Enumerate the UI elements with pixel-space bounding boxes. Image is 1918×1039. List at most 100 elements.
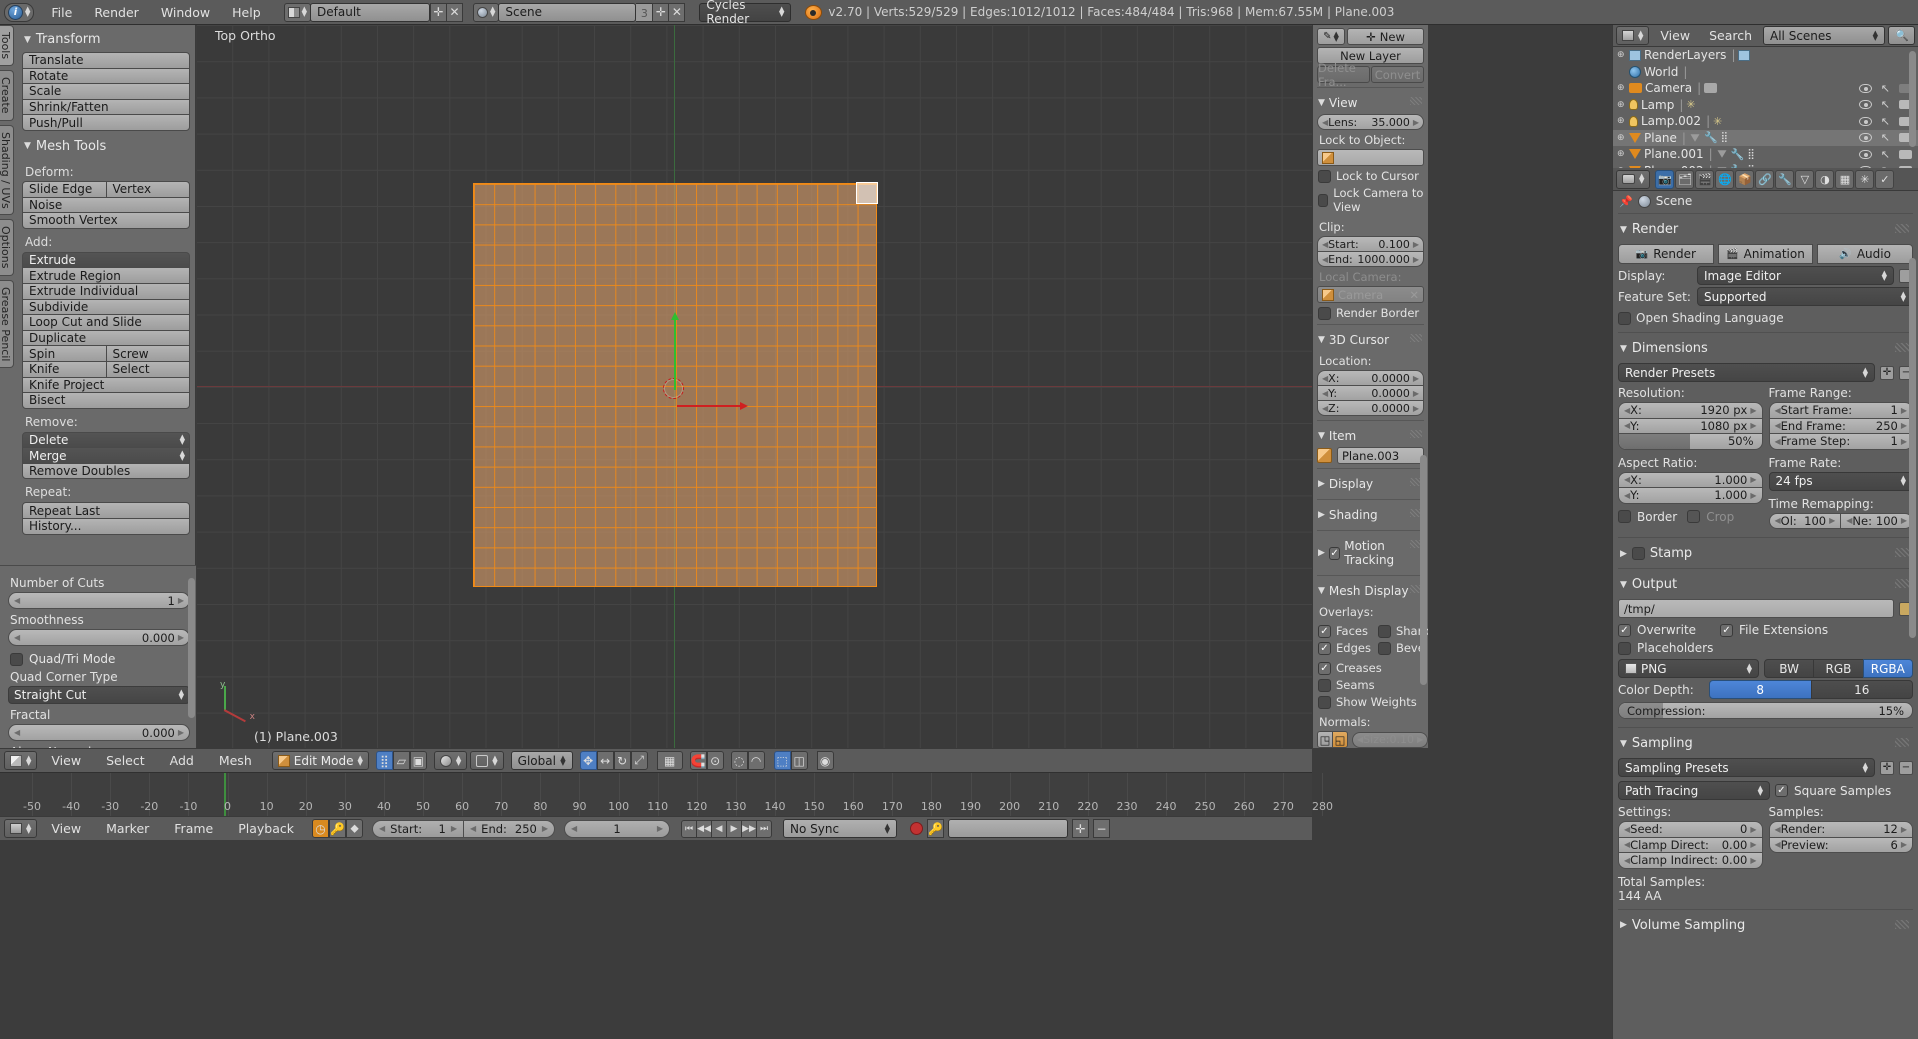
- quad-tri-mode-checkbox[interactable]: [10, 652, 23, 666]
- clamp-direct-field[interactable]: ◀ Clamp Direct: 0.00 ▶: [1618, 836, 1763, 853]
- lock-camera-to-view-checkbox[interactable]: [1318, 193, 1329, 207]
- time-remap-old-field[interactable]: ◀ Ol: 100 ▶: [1768, 512, 1842, 529]
- proportional-falloff-icon[interactable]: ◠: [747, 751, 765, 770]
- seams-row[interactable]: Seams: [1318, 678, 1424, 692]
- history-button[interactable]: History...: [22, 518, 190, 535]
- outliner-editor-type-button[interactable]: ▲ ▼: [1616, 26, 1650, 45]
- npanel-scrollbar[interactable]: [1420, 455, 1427, 685]
- tab-object[interactable]: 📦: [1735, 169, 1755, 189]
- cursor-arrow-icon[interactable]: ↖: [1881, 98, 1890, 111]
- outliner-search-input[interactable]: 🔍: [1888, 26, 1915, 45]
- lens-field[interactable]: ◀ Lens: 35.000 ▶: [1317, 114, 1424, 130]
- timeline-ruler[interactable]: -50 -40 -30 -20 -10 0 10 20 30 40 50 60 70 80 90 100 110…: [0, 772, 1333, 816]
- number-of-cuts-field[interactable]: ◀ 1 ▶: [8, 592, 190, 609]
- quad-tri-mode-row[interactable]: Quad/Tri Mode: [10, 652, 190, 666]
- knife-project-button[interactable]: Knife Project: [22, 376, 190, 394]
- mesh-data-icon[interactable]: [1717, 150, 1727, 158]
- screw-button[interactable]: Screw: [105, 345, 190, 362]
- outliner-row[interactable]: ⊕ Lamp.002 | ✳ ↖: [1613, 113, 1918, 130]
- properties-editor-type-button[interactable]: ▲ ▼: [1616, 169, 1651, 189]
- display-selector[interactable]: Image Editor ▲ ▼: [1697, 266, 1894, 285]
- tab-object-data[interactable]: ▽: [1795, 169, 1815, 189]
- eye-icon[interactable]: [1858, 133, 1872, 143]
- tab-render[interactable]: 📷: [1655, 169, 1675, 189]
- auto-keying-icon[interactable]: ◷: [312, 819, 330, 838]
- interaction-mode-selector[interactable]: Edit Mode ▲ ▼: [271, 751, 369, 770]
- scene-selector-icon[interactable]: ▲ ▼: [473, 2, 500, 22]
- scene-name-field[interactable]: Scene: [498, 2, 637, 22]
- tab-physics[interactable]: ✓: [1875, 169, 1895, 189]
- extrude-button[interactable]: Extrude: [22, 251, 190, 269]
- cursor-x-field[interactable]: ◀ X: 0.0000 ▶: [1317, 370, 1424, 386]
- keyframe-add-icon[interactable]: ✛: [1072, 819, 1090, 838]
- arrow-right-icon[interactable]: ▶: [1417, 735, 1423, 744]
- tab-options[interactable]: Options: [0, 219, 14, 276]
- expand-icon[interactable]: ⊕: [1617, 149, 1625, 159]
- crop-row[interactable]: Crop: [1687, 510, 1734, 524]
- add-scene-button[interactable]: ✛: [652, 2, 670, 22]
- knife-button[interactable]: Knife: [22, 360, 107, 378]
- transform-orientation-selector[interactable]: Global ▲ ▼: [510, 751, 573, 770]
- show-weights-checkbox[interactable]: [1318, 695, 1331, 709]
- convert-button[interactable]: Convert: [1371, 66, 1424, 83]
- outliner-scrollbar[interactable]: [1909, 51, 1916, 147]
- eye-icon[interactable]: [1858, 100, 1872, 110]
- face-normals-icon[interactable]: ◱: [1332, 731, 1348, 748]
- arrow-right-icon[interactable]: ▶: [1750, 840, 1756, 849]
- lock-to-cursor-row[interactable]: Lock to Cursor: [1318, 169, 1424, 183]
- file-extensions-checkbox[interactable]: ✓: [1720, 623, 1734, 637]
- tab-render-layers[interactable]: 🗂: [1675, 169, 1695, 189]
- slide-vertex-button[interactable]: Vertex: [105, 180, 190, 198]
- cursor-arrow-icon[interactable]: ↖: [1881, 82, 1890, 95]
- smooth-vertex-button[interactable]: Smooth Vertex: [22, 212, 190, 229]
- viewport-menu-select[interactable]: Select: [95, 750, 156, 772]
- camera-data-icon[interactable]: [1704, 83, 1718, 94]
- next-keyframe-icon[interactable]: ▶▶: [741, 819, 758, 838]
- screen-layout-name[interactable]: Default: [310, 2, 431, 22]
- tab-shading-uvs[interactable]: Shading / UVs: [0, 124, 14, 216]
- eye-icon[interactable]: [1858, 83, 1872, 93]
- color-mode-bw[interactable]: BW: [1763, 659, 1815, 678]
- render-preview-icon[interactable]: ◉: [816, 751, 834, 770]
- outliner-row[interactable]: ⊕ Camera | ↖: [1613, 80, 1918, 97]
- outliner-display-mode[interactable]: All Scenes ▲ ▼: [1763, 26, 1886, 45]
- play-reverse-icon[interactable]: ◀: [711, 819, 728, 838]
- delete-screen-layout-button[interactable]: ✕: [446, 2, 464, 22]
- slide-edge-button[interactable]: Slide Edge: [22, 180, 107, 198]
- timeline-menu-marker[interactable]: Marker: [95, 818, 160, 840]
- arrow-right-icon[interactable]: ▶: [1901, 840, 1907, 849]
- spin-button[interactable]: Spin: [22, 345, 107, 362]
- render-audio-button[interactable]: 🔊 Audio: [1817, 244, 1914, 264]
- sampling-presets-selector[interactable]: Sampling Presets ▲ ▼: [1618, 758, 1875, 777]
- eye-icon[interactable]: [1858, 116, 1872, 126]
- crop-checkbox[interactable]: [1687, 510, 1701, 523]
- current-frame-field[interactable]: ◀ 1 ▶: [564, 819, 671, 838]
- prev-keyframe-icon[interactable]: ◀◀: [696, 819, 713, 838]
- arrow-right-icon[interactable]: ▶: [178, 596, 184, 605]
- color-mode-rgba[interactable]: RGBA: [1862, 659, 1913, 678]
- screen-layout-selector-icon[interactable]: ▲ ▼: [283, 2, 312, 22]
- show-weights-row[interactable]: Show Weights: [1318, 695, 1424, 709]
- merge-button[interactable]: Merge ▲ ▼: [22, 447, 190, 464]
- viewport-menu-mesh[interactable]: Mesh: [208, 750, 263, 772]
- timeline-end-field[interactable]: ◀ End: 250 ▶: [463, 819, 556, 838]
- pin-icon[interactable]: 📌: [1619, 195, 1633, 208]
- menu-window[interactable]: Window: [150, 0, 221, 25]
- square-samples-row[interactable]: ✓ Square Samples: [1775, 784, 1913, 798]
- manipulator-rotate-icon[interactable]: ↻: [613, 751, 631, 770]
- editor-type-button[interactable]: ▲ ▼: [4, 751, 38, 770]
- cursor-z-field[interactable]: ◀ Z: 0.0000 ▶: [1317, 400, 1424, 416]
- arrow-right-icon[interactable]: ▶: [1901, 437, 1907, 446]
- arrow-right-icon[interactable]: ▶: [1413, 404, 1419, 413]
- add-sampling-preset-icon[interactable]: ✛: [1880, 760, 1894, 775]
- tab-grease-pencil[interactable]: Grease Pencil: [0, 279, 14, 369]
- arrow-right-icon[interactable]: ▶: [1750, 475, 1756, 484]
- dimensions-section-header[interactable]: ▼ Dimensions: [1618, 335, 1913, 361]
- expand-icon[interactable]: ⊕: [1617, 100, 1625, 110]
- arrow-right-icon[interactable]: ▶: [1413, 240, 1419, 249]
- arrow-right-icon[interactable]: ▶: [1901, 516, 1907, 525]
- motion-tracking-checkbox[interactable]: ✓: [1328, 546, 1341, 560]
- placeholders-row[interactable]: Placeholders: [1618, 641, 1913, 655]
- expand-icon[interactable]: ⊕: [1617, 50, 1625, 60]
- render-section-header[interactable]: ▼ Render: [1618, 216, 1913, 242]
